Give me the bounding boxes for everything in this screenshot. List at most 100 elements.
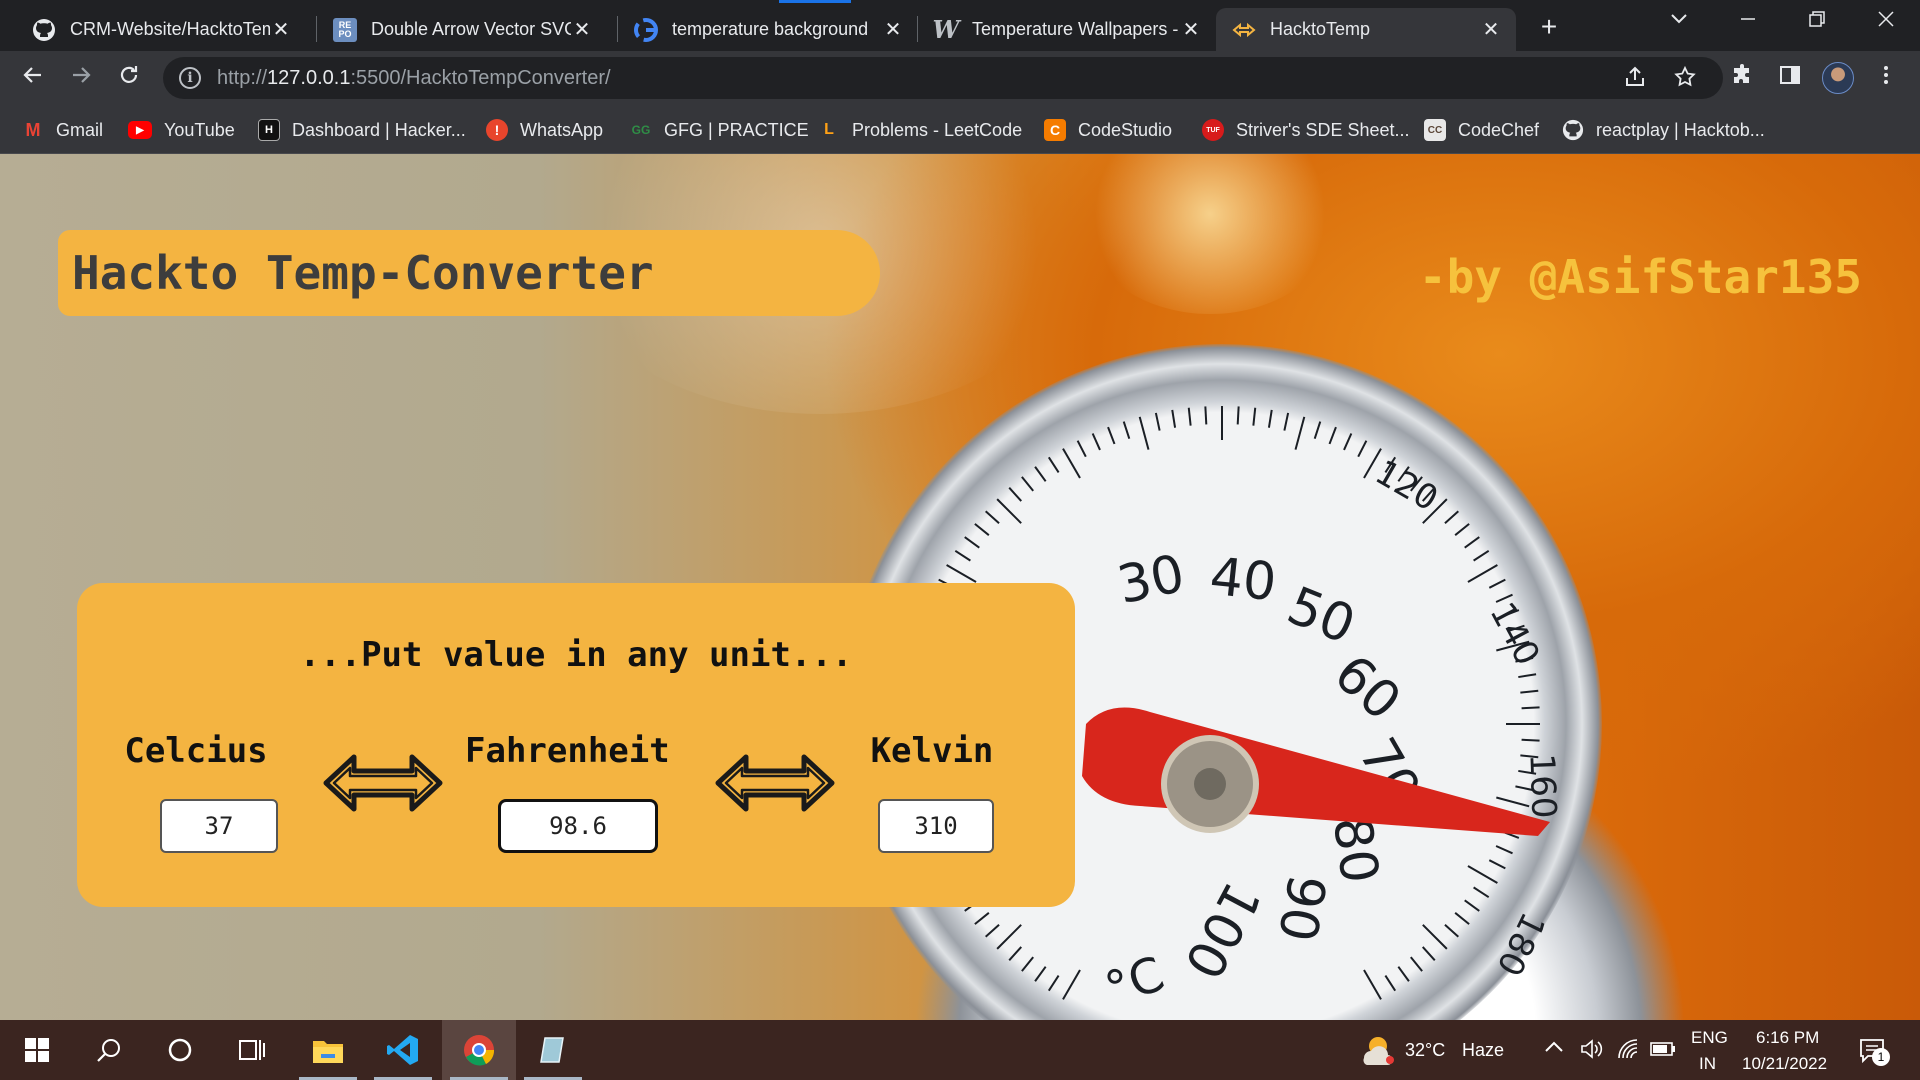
back-arrow-icon — [23, 67, 41, 83]
dial-tick — [1034, 966, 1047, 982]
tab-temperature-wallpapers[interactable]: W Temperature Wallpapers - ✕ — [918, 8, 1216, 51]
tab-crm-website[interactable]: CRM-Website/HacktoTem ✕ — [16, 8, 306, 51]
kelvin-input[interactable] — [878, 799, 994, 853]
dial-tick — [1444, 510, 1459, 525]
bookmark-youtube[interactable]: ▶ YouTube — [128, 115, 235, 145]
background-bokeh — [1080, 154, 1340, 314]
dial-tick — [1171, 409, 1177, 428]
notification-center-icon[interactable]: 1 — [1858, 1036, 1890, 1071]
tuf-icon: TUF — [1202, 119, 1224, 141]
clock-date[interactable]: 10/21/2022 — [1742, 1054, 1827, 1074]
converter-heading: ...Put value in any unit... — [299, 635, 853, 675]
bookmark-gmail[interactable]: M Gmail — [22, 115, 104, 145]
dial-tick — [985, 923, 1000, 938]
tab-loading-indicator — [779, 0, 851, 3]
close-icon[interactable]: ✕ — [270, 17, 292, 42]
close-icon[interactable]: ✕ — [882, 17, 904, 42]
dial-tick — [1204, 406, 1208, 425]
minimize-icon[interactable] — [1728, 10, 1768, 34]
bookmark-codechef[interactable]: CC CodeChef — [1424, 115, 1539, 145]
site-info-icon[interactable]: i — [179, 67, 201, 89]
weather-icon[interactable] — [1358, 1034, 1394, 1071]
app-button[interactable] — [516, 1020, 590, 1080]
search-button[interactable] — [72, 1020, 146, 1080]
dial-tick — [946, 564, 977, 583]
bookmark-codestudio[interactable]: C CodeStudio — [1044, 115, 1172, 145]
double-arrow-icon — [323, 754, 443, 812]
browser-toolbar: i http://127.0.0.1:5500/HacktoTempConver… — [0, 51, 1920, 105]
celsius-input[interactable] — [160, 799, 278, 853]
chrome-button[interactable] — [442, 1020, 516, 1080]
restore-icon[interactable] — [1797, 10, 1837, 34]
dial-tick — [1236, 406, 1240, 425]
vscode-icon — [387, 1035, 418, 1065]
bookmark-hackerrank[interactable]: H Dashboard | Hacker... — [258, 115, 466, 145]
gmail-icon: M — [25, 119, 41, 140]
address-bar[interactable]: i http://127.0.0.1:5500/HacktoTempConver… — [163, 57, 1723, 99]
share-icon[interactable] — [1623, 65, 1647, 95]
forward-button[interactable] — [64, 61, 98, 95]
input-region[interactable]: IN — [1699, 1054, 1716, 1074]
vscode-button[interactable] — [366, 1020, 440, 1080]
tab-hacktotemp[interactable]: HacktoTemp ✕ — [1216, 8, 1516, 51]
dial-tick — [1091, 433, 1101, 451]
task-view-button[interactable] — [215, 1020, 289, 1080]
kebab-menu-icon[interactable] — [1870, 63, 1902, 94]
task-view-icon — [239, 1040, 265, 1060]
new-tab-button[interactable]: + — [1533, 12, 1565, 44]
speaker-icon[interactable] — [1580, 1038, 1604, 1065]
start-button[interactable] — [0, 1020, 74, 1080]
dial-tick — [1343, 433, 1353, 451]
tab-title: CRM-Website/HacktoTem — [70, 19, 270, 39]
bookmark-gfg[interactable]: GG GFG | PRACTICE — [630, 115, 809, 145]
fahrenheit-label: Fahrenheit — [465, 731, 670, 771]
tab-double-arrow-svg[interactable]: RE PO Double Arrow Vector SVG ✕ — [317, 8, 607, 51]
notepad-icon — [540, 1037, 564, 1063]
battery-icon[interactable] — [1650, 1040, 1676, 1063]
close-icon[interactable]: ✕ — [1480, 17, 1502, 42]
dial-tick — [1034, 466, 1047, 482]
input-language[interactable]: ENG — [1691, 1028, 1728, 1048]
weather-temperature[interactable]: 32°C — [1405, 1040, 1445, 1061]
dial-tick — [1187, 407, 1192, 426]
close-window-icon[interactable] — [1866, 10, 1906, 34]
cortana-circle-icon — [168, 1038, 192, 1062]
dial-tick — [1021, 476, 1034, 492]
bookmark-whatsapp[interactable]: ! WhatsApp — [486, 115, 603, 145]
converter-card: ...Put value in any unit... Celcius Fahr… — [77, 583, 1075, 907]
dial-tick — [1363, 969, 1382, 1000]
app-title-bar: Hackto Temp-Converter — [58, 230, 880, 316]
close-icon[interactable]: ✕ — [1180, 17, 1202, 42]
dial-tick — [1122, 421, 1131, 439]
dial-tick — [1467, 564, 1498, 583]
bookmark-leetcode[interactable]: L Problems - LeetCode — [818, 115, 1022, 145]
file-explorer-button[interactable] — [291, 1020, 365, 1080]
clock-time[interactable]: 6:16 PM — [1756, 1028, 1819, 1048]
show-hidden-icons-chevron-icon[interactable] — [1544, 1040, 1564, 1059]
close-icon[interactable]: ✕ — [571, 17, 593, 42]
dial-tick — [1421, 946, 1436, 961]
wifi-icon[interactable] — [1617, 1038, 1639, 1065]
youtube-icon: ▶ — [128, 121, 152, 139]
wallpaper-site-icon: W — [932, 15, 960, 44]
tab-search-chevron-icon[interactable] — [1659, 8, 1699, 31]
tab-google-search[interactable]: temperature background ✕ — [618, 8, 918, 51]
fahrenheit-input[interactable] — [498, 799, 658, 853]
bookmark-striver-sde[interactable]: TUF Striver's SDE Sheet... — [1202, 115, 1410, 145]
cortana-button[interactable] — [143, 1020, 217, 1080]
bookmark-reactplay[interactable]: reactplay | Hacktob... — [1562, 115, 1765, 145]
extensions-icon[interactable] — [1727, 63, 1759, 94]
weather-condition[interactable]: Haze — [1462, 1040, 1504, 1061]
celsius-label: Celcius — [124, 731, 268, 771]
app-title: Hackto Temp-Converter — [72, 246, 654, 300]
side-panel-icon[interactable] — [1774, 63, 1806, 94]
bookmark-star-icon[interactable] — [1673, 65, 1697, 95]
url-text[interactable]: http://127.0.0.1:5500/HacktoTempConverte… — [217, 67, 611, 90]
dial-tick — [1444, 923, 1459, 938]
dial-tick — [1107, 426, 1116, 445]
dial-tick — [1267, 409, 1273, 428]
profile-avatar[interactable] — [1822, 62, 1854, 94]
reload-button[interactable] — [112, 61, 146, 95]
codechef-icon: CC — [1424, 119, 1446, 141]
back-button[interactable] — [16, 61, 50, 95]
